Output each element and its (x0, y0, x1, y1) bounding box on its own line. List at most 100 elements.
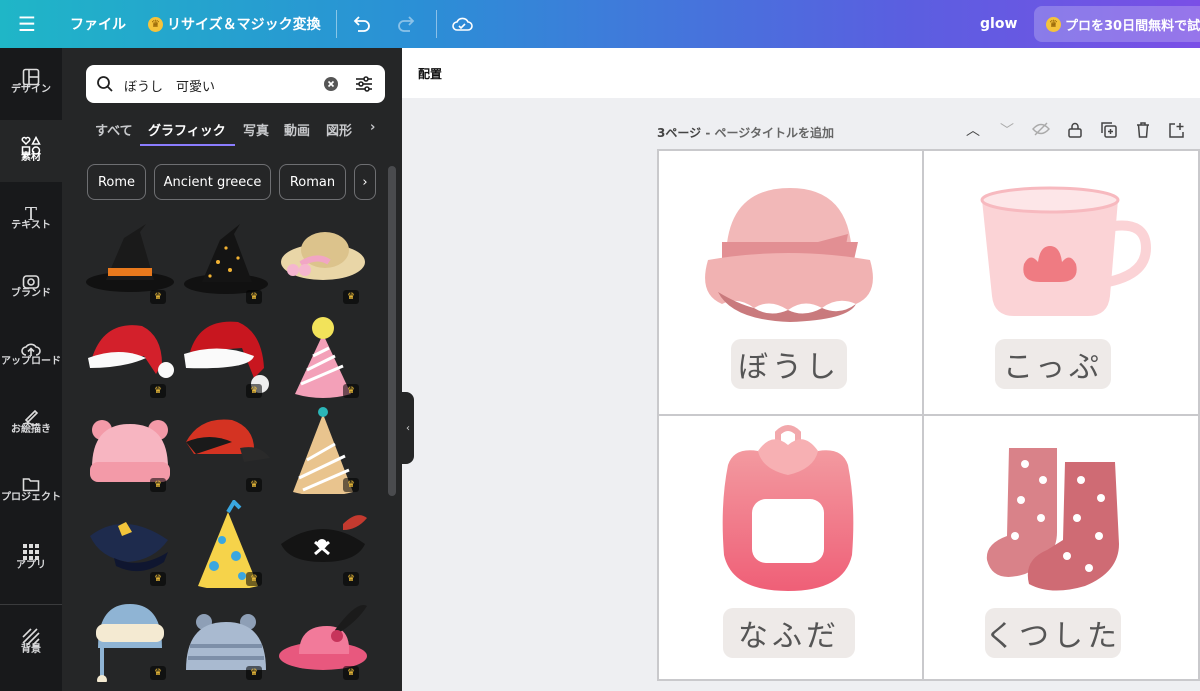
draw-icon (0, 392, 62, 426)
rail-label: アップロード (1, 356, 61, 367)
redo-icon[interactable] (396, 0, 416, 48)
rail-label: アプリ (16, 560, 46, 571)
result-santa-hat-2[interactable]: ♛ (180, 312, 272, 400)
rail-item-elements[interactable]: 素材 (0, 120, 62, 182)
chip-ancient-greece[interactable]: Ancient greece (154, 164, 271, 200)
crown-icon: ♛ (343, 666, 359, 680)
rail-item-projects[interactable]: プロジェクト (0, 460, 62, 522)
word-label-hat[interactable]: ぼうし (731, 339, 847, 389)
arrange-button[interactable]: 配置 (418, 65, 442, 82)
result-starry-witch-hat[interactable]: ♛ (180, 218, 272, 306)
tab-all[interactable]: すべて (95, 120, 133, 139)
crown-icon: ♛ (246, 666, 262, 680)
crown-icon: ♛ (246, 478, 262, 492)
result-straw-hat[interactable]: ♛ (277, 218, 369, 306)
undo-icon[interactable] (352, 0, 372, 48)
crown-icon: ♛ (343, 478, 359, 492)
layout-icon (0, 52, 62, 86)
top-bar: ☰ ファイル ♛ リサイズ＆マジック変換 glow ♛ プロを30日間無料で試 (0, 0, 1200, 48)
context-toolbar: 配置 (402, 48, 1200, 98)
chips-next-icon[interactable]: › (354, 164, 376, 200)
tab-photos[interactable]: 写真 (243, 120, 269, 139)
rail-label: 背景 (21, 644, 41, 655)
cloud-saved-icon[interactable] (451, 0, 473, 48)
result-police-cap[interactable]: ♛ (84, 500, 176, 588)
crown-icon: ♛ (150, 290, 166, 304)
brand-icon (0, 256, 62, 289)
rail-item-design[interactable]: デザイン (0, 52, 62, 114)
try-pro-button[interactable]: ♛ プロを30日間無料で試 (1034, 6, 1200, 42)
cup-illustration[interactable] (978, 186, 1152, 324)
result-winter-hat[interactable]: ♛ (84, 594, 176, 685)
divider (436, 10, 437, 38)
hide-icon[interactable] (1032, 122, 1050, 140)
result-feather-hat[interactable]: ♛ (277, 594, 369, 682)
tab-videos[interactable]: 動画 (284, 120, 310, 139)
tabs-next-icon[interactable]: › (370, 120, 375, 135)
lock-icon[interactable] (1066, 122, 1084, 140)
add-page-icon[interactable] (1168, 122, 1186, 140)
apps-icon (0, 528, 62, 560)
rail-label: プロジェクト (1, 492, 61, 503)
result-pink-party-hat[interactable]: ♛ (277, 312, 369, 400)
chevron-up-icon[interactable]: ︿ (964, 122, 982, 140)
text-icon: T (24, 204, 37, 225)
result-gold-party-hat[interactable]: ♛ (277, 406, 369, 496)
hat-illustration[interactable] (698, 186, 880, 328)
result-star-party-hat[interactable]: ♛ (180, 498, 272, 590)
word-label-socks[interactable]: くつした (985, 608, 1121, 658)
rail-label: ブランド (11, 288, 51, 299)
result-bear-beanie[interactable]: ♛ (180, 594, 272, 682)
crown-icon: ♛ (343, 290, 359, 304)
chip-rome[interactable]: Rome (87, 164, 146, 200)
crown-icon: ♛ (343, 572, 359, 586)
search-box[interactable]: ぼうし 可愛い (86, 65, 385, 103)
crown-icon: ♛ (150, 666, 166, 680)
rail-item-draw[interactable]: お絵描き (0, 392, 62, 454)
chip-roman[interactable]: Roman (279, 164, 346, 200)
name-tag-illustration[interactable] (718, 425, 858, 601)
word-label-name-tag[interactable]: なふだ (723, 608, 855, 658)
crown-icon: ♛ (343, 384, 359, 398)
page-title-input[interactable]: - ページタイトルを追加 (705, 126, 834, 140)
duplicate-icon[interactable] (1100, 122, 1118, 140)
hamburger-icon[interactable]: ☰ (18, 0, 36, 48)
word-label-cup[interactable]: こっぷ (995, 339, 1111, 389)
collapse-panel-button[interactable]: ‹ (402, 392, 414, 464)
result-pirate-hat[interactable]: ♛ (277, 500, 369, 588)
divider (336, 10, 337, 38)
rail-item-brand[interactable]: ブランド (0, 256, 62, 318)
clear-icon[interactable] (323, 76, 339, 92)
filter-icon[interactable] (354, 74, 374, 94)
resize-magic-button[interactable]: ♛ リサイズ＆マジック変換 (148, 0, 321, 48)
rail-label: テキスト (11, 220, 51, 231)
crown-icon: ♛ (148, 16, 163, 32)
result-witch-hat[interactable]: ♛ (84, 218, 176, 306)
rail-label: お絵描き (11, 424, 51, 435)
elements-panel: ぼうし 可愛い すべて グラフィック 写真 動画 図形 › Rome Ancie… (62, 48, 402, 691)
result-red-cap[interactable]: ♛ (180, 406, 272, 494)
rail-item-text[interactable]: T テキスト (0, 188, 62, 250)
tab-shapes[interactable]: 図形 (326, 120, 352, 139)
socks-illustration[interactable] (985, 440, 1125, 604)
result-santa-hat[interactable]: ♛ (84, 312, 176, 400)
file-menu-button[interactable]: ファイル (70, 0, 126, 48)
rail-item-background[interactable]: 背景 (0, 612, 62, 674)
result-pink-beanie[interactable]: ♛ (84, 406, 176, 494)
crown-icon: ♛ (246, 384, 262, 398)
scrollbar[interactable] (388, 166, 396, 496)
crown-icon: ♛ (150, 478, 166, 492)
shapes-icon (0, 120, 62, 155)
user-name[interactable]: glow (980, 0, 1017, 48)
rail-divider (0, 604, 62, 605)
try-pro-label: プロを30日間無料で試 (1065, 18, 1200, 34)
delete-icon[interactable] (1134, 122, 1152, 140)
tab-graphics[interactable]: グラフィック (148, 120, 226, 139)
chevron-down-icon[interactable]: ﹀ (998, 122, 1016, 140)
search-input[interactable]: ぼうし 可愛い (124, 76, 215, 95)
page-number: 3ページ (657, 126, 702, 140)
crown-icon: ♛ (1046, 16, 1061, 32)
rail-label: デザイン (11, 84, 51, 95)
rail-item-upload[interactable]: アップロード (0, 324, 62, 386)
rail-item-apps[interactable]: アプリ (0, 528, 62, 590)
